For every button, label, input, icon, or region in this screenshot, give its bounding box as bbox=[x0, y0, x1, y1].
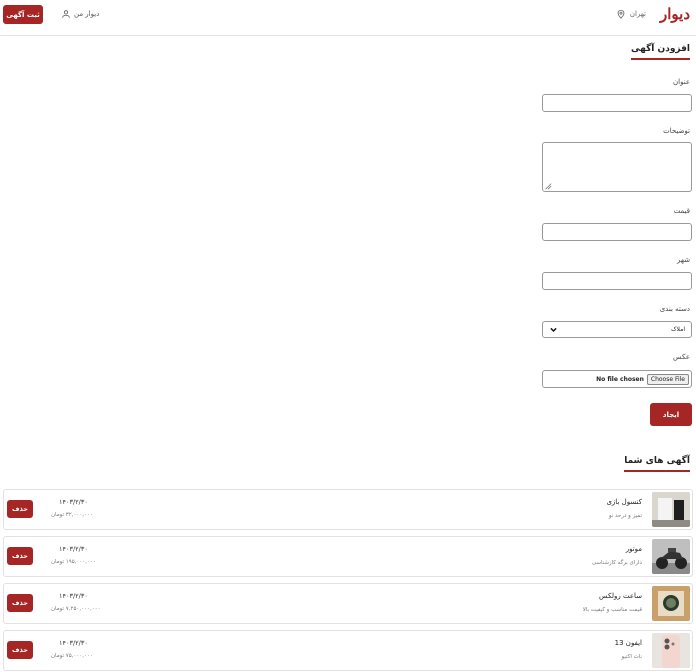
file-status-text: No file chosen bbox=[596, 375, 644, 383]
create-ad-button[interactable]: ایجاد bbox=[650, 403, 692, 426]
city-selector[interactable]: تهران bbox=[616, 9, 646, 19]
ad-card[interactable]: ایفون 13 نات اکتیو ۱۴۰۳/۲/۳۰ ۷۵,۰۰۰,۰۰۰ … bbox=[3, 630, 693, 671]
chevron-down-icon bbox=[550, 327, 557, 333]
ad-price: ۳۲,۰۰۰,۰۰۰ تومان bbox=[51, 512, 93, 518]
choose-file-button[interactable]: Choose File bbox=[646, 373, 689, 385]
delete-button[interactable]: حذف bbox=[7, 594, 33, 612]
delete-button[interactable]: حذف bbox=[7, 547, 33, 565]
ad-card[interactable]: موتور دارای برگه کارشناسی ۱۴۰۳/۲/۳۰ ۱۹۵,… bbox=[3, 536, 693, 577]
user-icon bbox=[62, 10, 70, 18]
category-selected-value: املاک bbox=[671, 326, 685, 333]
ad-title: ایفون 13 bbox=[614, 639, 642, 647]
photo-label: عکس bbox=[673, 353, 690, 361]
description-label: توضیحات bbox=[663, 127, 690, 135]
delete-button[interactable]: حذف bbox=[7, 641, 33, 659]
price-label: قیمت bbox=[673, 207, 690, 215]
title-input[interactable] bbox=[542, 94, 692, 112]
location-pin-icon bbox=[617, 9, 625, 19]
ad-price: ۷۵,۰۰۰,۰۰۰ تومان bbox=[51, 653, 93, 659]
add-ad-title: افزودن آگهی bbox=[631, 44, 690, 60]
ad-thumbnail-phone bbox=[652, 633, 690, 668]
your-ads-title: آگهی های شما bbox=[624, 456, 690, 472]
ad-description: دارای برگه کارشناسی bbox=[591, 560, 642, 566]
description-textarea[interactable] bbox=[542, 142, 692, 192]
city-input[interactable] bbox=[542, 272, 692, 290]
divar-logo[interactable]: دیوار bbox=[660, 5, 690, 23]
category-label: دسته بندی bbox=[659, 305, 690, 313]
my-divar-label: دیوار من bbox=[74, 10, 100, 18]
title-label: عنوان bbox=[673, 78, 690, 86]
ad-date: ۱۴۰۳/۲/۳۰ bbox=[59, 498, 88, 506]
ad-date: ۱۴۰۳/۲/۳۰ bbox=[59, 639, 88, 647]
ad-title: موتور bbox=[625, 545, 642, 553]
ad-description: نات اکتیو bbox=[621, 654, 642, 660]
top-header: دیوار تهران دیوار من ثبت آگهی bbox=[0, 0, 696, 36]
ad-description: قیمت مناسب و کیفیت بالا bbox=[582, 607, 642, 613]
ad-price: ۱۹۵,۰۰۰,۰۰۰ تومان bbox=[51, 559, 96, 565]
ad-thumbnail-console bbox=[652, 492, 690, 527]
ad-title: کنسول بازی bbox=[606, 498, 642, 506]
ad-title: ساعت رولکس bbox=[599, 592, 642, 600]
resize-grip-icon[interactable] bbox=[544, 182, 552, 190]
ad-price: ۷,۲۵۰,۰۰۰,۰۰۰ تومان bbox=[51, 606, 101, 612]
ad-description: تمیز و درحد نو bbox=[608, 513, 642, 519]
my-divar-link[interactable]: دیوار من bbox=[61, 9, 99, 19]
delete-button[interactable]: حذف bbox=[7, 500, 33, 518]
ad-thumbnail-watch bbox=[652, 586, 690, 621]
ad-date: ۱۴۰۳/۲/۳۰ bbox=[59, 592, 88, 600]
category-select[interactable]: املاک bbox=[542, 321, 692, 338]
ad-thumbnail-motorcycle bbox=[652, 539, 690, 574]
photo-file-input[interactable]: Choose File No file chosen bbox=[542, 370, 692, 388]
ad-date: ۱۴۰۳/۲/۳۰ bbox=[59, 545, 88, 553]
city-label: تهران bbox=[629, 10, 646, 18]
ad-card[interactable]: ساعت رولکس قیمت مناسب و کیفیت بالا ۱۴۰۳/… bbox=[3, 583, 693, 624]
ad-card[interactable]: کنسول بازی تمیز و درحد نو ۱۴۰۳/۲/۳۰ ۳۲,۰… bbox=[3, 489, 693, 530]
post-ad-button[interactable]: ثبت آگهی bbox=[3, 5, 43, 24]
city-field-label: شهر bbox=[677, 256, 690, 264]
price-input[interactable] bbox=[542, 223, 692, 241]
